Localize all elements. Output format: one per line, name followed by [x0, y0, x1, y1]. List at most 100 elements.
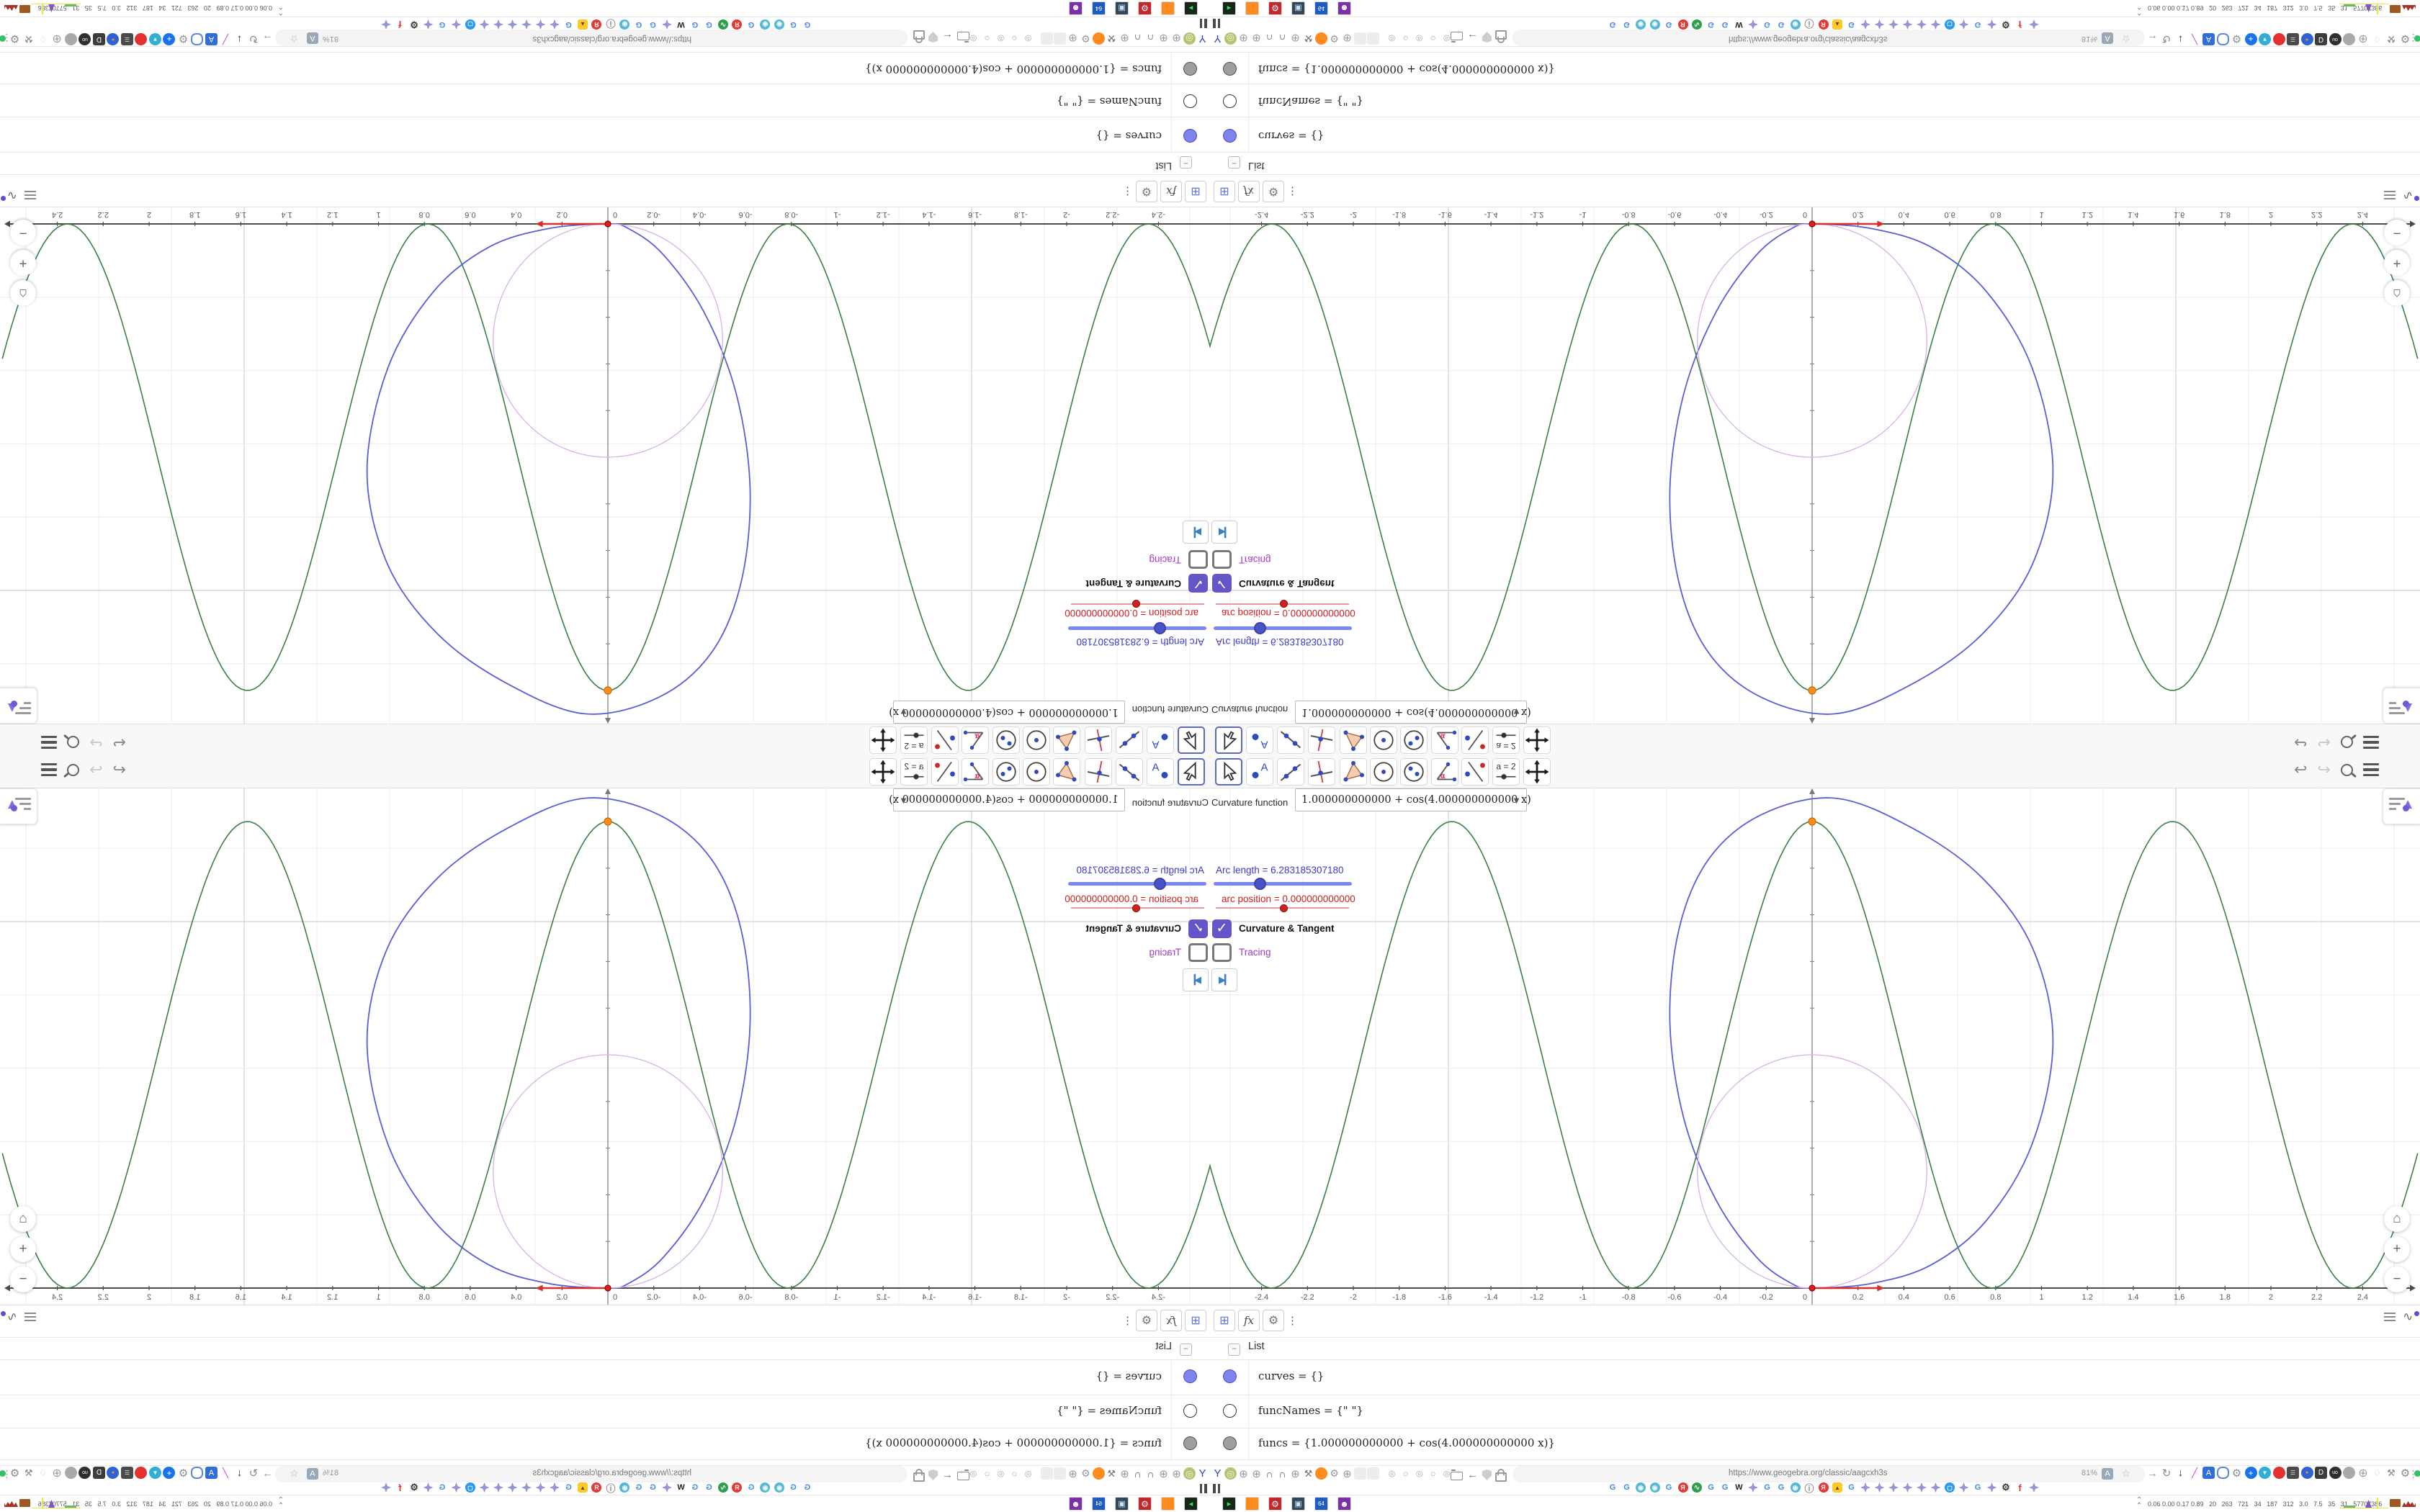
terminal-launcher-icon[interactable]: ▸ [1222, 1, 1236, 15]
tab-google-icon[interactable]: G [1622, 19, 1632, 30]
tab-google-icon[interactable]: G [789, 1482, 799, 1493]
list-collapse-button[interactable]: − [1180, 156, 1192, 168]
curvature-function-dropdown[interactable]: 1.000000000000 + cos(4.000000000000 x) ▼ [1295, 701, 1531, 724]
tab-google-icon[interactable]: G [1720, 1482, 1730, 1493]
tab-audio-dot-icon[interactable]: ◎ [996, 34, 1005, 43]
tab-flower-icon[interactable] [1860, 19, 1870, 30]
tab-flower-icon[interactable] [1931, 19, 1941, 30]
globe-icon[interactable]: ⊕ [1119, 1467, 1131, 1480]
marker-icon[interactable]: ╱ [220, 1467, 232, 1479]
tab-wikipedia-icon[interactable]: W [1734, 19, 1744, 30]
slider-tool-button[interactable]: a = 2 [1492, 758, 1520, 786]
tracing-checkbox[interactable] [1188, 943, 1208, 962]
menu-icon[interactable] [41, 763, 58, 776]
trash-icon[interactable]: ☰ [2287, 33, 2299, 45]
wrench-icon[interactable]: ⚒ [23, 1467, 35, 1479]
globe-icon[interactable]: ⊕ [1157, 32, 1170, 45]
tab-sphere-icon[interactable]: ◉ [1790, 19, 1801, 30]
uo-circle-icon[interactable]: uo [79, 33, 91, 45]
robot-launcher-icon[interactable]: ☻ [1069, 1497, 1083, 1511]
graphics-view[interactable]: -2.4 -2.2 -2 -1.8 -1.6 -1.4 -1.2 -1 -0.8 -0.6 -0.4… [0, 207, 1210, 724]
tab-google-icon[interactable]: G [1973, 1482, 1983, 1493]
point-tool-button[interactable]: A [1246, 726, 1273, 754]
fx-icon[interactable]: fx [1160, 181, 1182, 202]
back-arrow-icon[interactable]: ← [1466, 31, 1479, 43]
tab-google-icon[interactable]: G [437, 1482, 447, 1493]
reload-icon[interactable]: ↻ [2161, 33, 2173, 45]
curvature-tangent-checkbox[interactable]: ✓ [1188, 574, 1208, 593]
tab-photos-icon[interactable]: ▲ [578, 19, 588, 30]
record-circle-icon[interactable] [2272, 1467, 2285, 1479]
uo-circle-icon[interactable]: uo [2329, 33, 2341, 45]
thumb-icon[interactable]: ♢ [37, 1467, 49, 1479]
point-tool-button[interactable]: A [1147, 758, 1174, 786]
arc-position-slider-knob[interactable] [1280, 904, 1288, 912]
arc-icon[interactable]: ∩ [1131, 1467, 1144, 1480]
funcnames-visibility-marble[interactable] [1183, 1404, 1197, 1418]
tab-audio-dot-icon[interactable]: ◎ [1415, 1469, 1424, 1478]
url-bar[interactable]: https://www.geogebra.org/classic/aagcxh3… [1512, 30, 2145, 46]
funcs-visibility-marble[interactable] [1183, 1436, 1197, 1450]
tab-audio-dot-icon[interactable]: ◎ [1387, 1469, 1397, 1478]
settings-launcher-icon[interactable]: ⚙ [1138, 1497, 1152, 1511]
firefox-icon[interactable] [1315, 1467, 1327, 1480]
tracing-checkbox[interactable] [1188, 550, 1208, 569]
tab-flower-icon[interactable] [1748, 1482, 1758, 1493]
search-icon[interactable] [2340, 736, 2353, 749]
globe-icon[interactable]: ⊕ [1341, 32, 1353, 45]
curvature-tangent-checkbox[interactable]: ✓ [1212, 574, 1232, 593]
graphics-view[interactable]: -2.4 -2.2 -2 -1.8 -1.6 -1.4 -1.2 -1 -0.8 -0.6 -0.4… [1210, 207, 2420, 724]
tab-flower-icon[interactable] [1748, 19, 1758, 30]
tab-flower-icon[interactable] [521, 1482, 532, 1493]
zoom-level-badge[interactable]: 81% [323, 1469, 339, 1477]
bookmark-star-icon[interactable]: ☆ [290, 32, 299, 45]
tab-sphere-icon[interactable]: ◉ [1649, 19, 1660, 30]
reflect-tool-button[interactable] [931, 726, 959, 754]
tab-flower-icon[interactable] [662, 1482, 672, 1493]
globe-icon[interactable]: ⊕ [1250, 32, 1263, 45]
tab-geogebra-icon[interactable]: ∿ [1692, 1482, 1702, 1493]
circle-tool-button[interactable] [1023, 758, 1050, 786]
tab-google-icon[interactable]: G [746, 1482, 756, 1493]
tab-google-icon[interactable]: G [564, 19, 574, 30]
home-button[interactable]: ⌂ [10, 1206, 36, 1232]
list-collapse-button[interactable]: − [1228, 1344, 1240, 1356]
search-icon[interactable] [67, 736, 80, 749]
curvature-function-dropdown[interactable]: 1.000000000000 + cos(4.000000000000 x) ▼ [889, 788, 1125, 811]
bookmark-star-icon[interactable]: ☆ [2121, 1467, 2130, 1480]
reload-icon[interactable]: ↻ [248, 33, 260, 45]
point-tool-button[interactable]: A [1246, 758, 1273, 786]
tray-expand-icon[interactable]: ⌃ ⌃ [2136, 2, 2142, 16]
algebra-menu-icon[interactable] [24, 1312, 36, 1322]
marker-icon[interactable]: ╱ [2189, 33, 2201, 45]
thumb-icon[interactable]: ♢ [37, 33, 49, 45]
arc-length-slider-knob[interactable] [1254, 878, 1266, 890]
tab-sphere-icon[interactable]: ◉ [619, 1482, 630, 1493]
shield-icon[interactable] [1482, 32, 1492, 42]
tab-flower-icon[interactable] [424, 1482, 434, 1493]
tab-circle-icon[interactable]: ○ [1428, 1468, 1438, 1479]
tab-yandex-icon[interactable]: Я [732, 1482, 743, 1493]
globe-icon[interactable]: ⊕ [1289, 1467, 1301, 1480]
globe-icon[interactable]: ⊕ [1237, 1467, 1250, 1480]
menu-icon[interactable] [41, 736, 58, 749]
function-wave-icon[interactable]: ∿ [7, 188, 17, 202]
slider-tool-button[interactable]: a = 2 [1492, 726, 1520, 754]
conic-tool-button[interactable] [992, 726, 1020, 754]
graphics-style-button[interactable]: ▲ [2383, 788, 2420, 824]
uo-circle-icon[interactable]: uo [2329, 1467, 2341, 1479]
folder-icon[interactable] [957, 1472, 969, 1480]
perpendicular-tool-button[interactable] [1085, 758, 1112, 786]
tab-flower-icon[interactable] [1902, 1482, 1913, 1493]
mouse-icon[interactable] [191, 1467, 204, 1479]
play-button[interactable]: ▶▎ [1211, 521, 1237, 544]
algebra-row-funcnames[interactable]: funcNames = {" "} [1057, 1404, 1162, 1417]
tab-chat-icon[interactable]: ▢ [1945, 1482, 1955, 1493]
play-button[interactable]: ▶▎ [1183, 968, 1209, 991]
record-circle-icon[interactable] [135, 1467, 148, 1479]
tray-expand-icon[interactable]: ⌃ ⌃ [278, 2, 284, 16]
graphics-view[interactable]: -2.4 -2.2 -2 -1.8 -1.6 -1.4 -1.2 -1 -0.8 -0.6 -0.4… [1210, 788, 2420, 1305]
arc-length-slider-knob[interactable] [1254, 622, 1266, 634]
tab-circle-icon[interactable]: ○ [1401, 33, 1410, 44]
firefox-launcher-icon[interactable] [1245, 1, 1259, 15]
